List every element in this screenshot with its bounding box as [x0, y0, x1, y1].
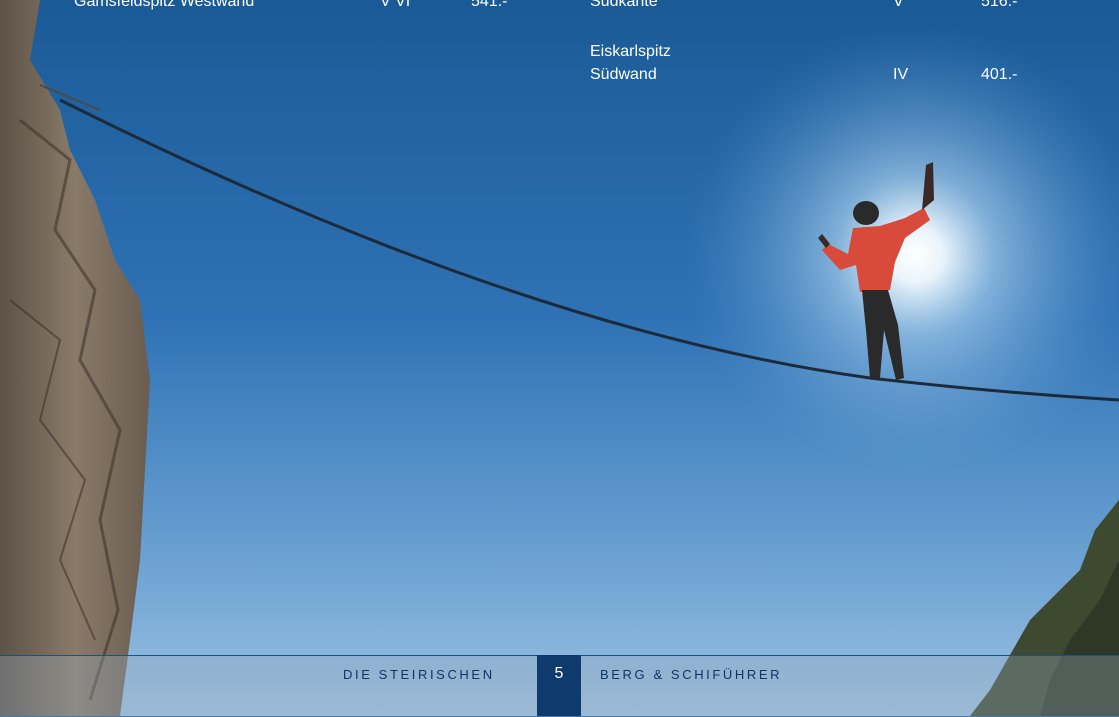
tour-right-2-grade: IV: [893, 66, 909, 83]
tour-right-1-name: Südkante: [590, 0, 658, 10]
tour-left-price: 541.-: [471, 0, 508, 10]
tour-right-2-name-line1: Eiskarlspitz: [590, 43, 671, 60]
tour-left-grade: V VI: [380, 0, 411, 10]
footer-left-text: DIE STEIRISCHEN: [343, 667, 495, 682]
footer-right-text: BERG & SCHIFÜHRER: [600, 667, 783, 682]
tour-right-2-name-line2: Südwand: [590, 66, 657, 83]
tour-left-name: Gamsfeldspitz Westwand: [74, 0, 255, 10]
tour-right-1-price: 516.-: [981, 0, 1018, 10]
tour-right-1-grade: V: [893, 0, 904, 10]
background-photo: [0, 0, 1119, 716]
page-number-box: 5: [537, 655, 581, 716]
page-number: 5: [554, 665, 564, 682]
tour-right-2-price: 401.-: [981, 66, 1018, 83]
